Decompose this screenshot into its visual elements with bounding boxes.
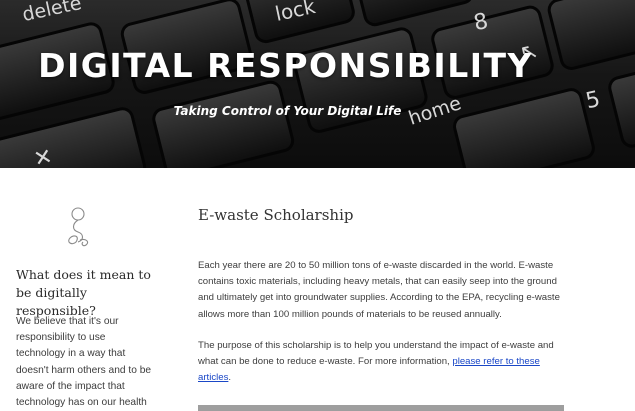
paragraph-end: .	[228, 372, 232, 384]
site-title[interactable]: DIGITAL RESPONSIBILITY	[0, 46, 603, 85]
site-tagline: Taking Control of Your Digital Life	[173, 104, 402, 118]
header-banner: delete lock 8 ↖ home 5 ✕ DIGITAL RESPONS…	[0, 0, 635, 168]
content-divider	[198, 405, 564, 411]
sidebar-heading: What does it mean to be digitally respon…	[16, 267, 151, 318]
ornament-icon	[64, 204, 94, 253]
paragraph-ewaste-facts: Each year there are 20 to 50 million ton…	[198, 260, 560, 320]
paragraph-scholarship-purpose: The purpose of this scholarship is to he…	[198, 338, 564, 387]
page-title: E-waste Scholarship	[198, 206, 354, 224]
sidebar-body-text: We believe that it's our responsibility …	[16, 316, 152, 409]
